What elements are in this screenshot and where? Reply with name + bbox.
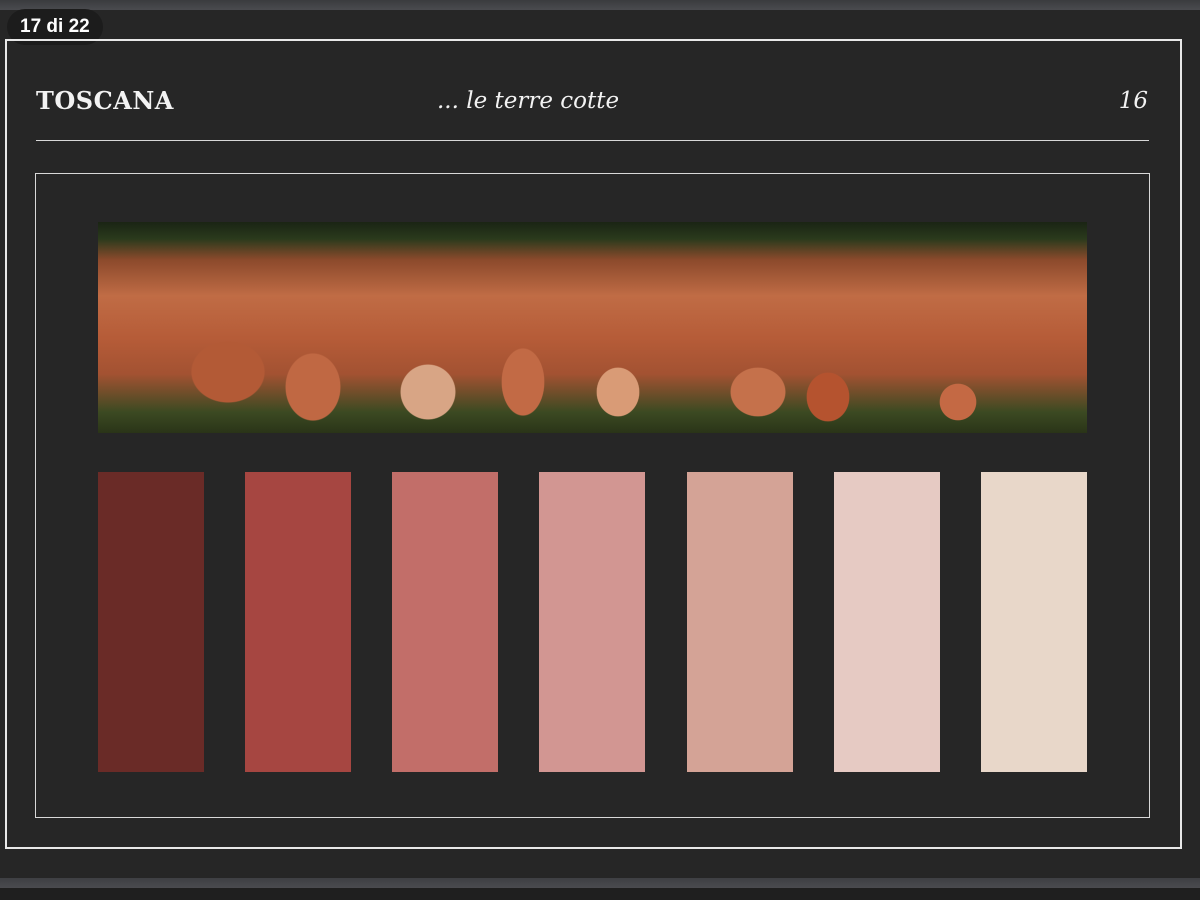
terracotta-photo	[98, 222, 1087, 433]
slide-subtitle: ... le terre cotte	[437, 88, 620, 114]
header-divider	[36, 140, 1149, 141]
color-swatch-3	[392, 472, 499, 772]
slide-title: TOSCANA	[36, 86, 174, 115]
viewer-top-bar	[0, 0, 1200, 10]
viewer-bottom-edge	[0, 888, 1200, 900]
color-swatch-2	[245, 472, 352, 772]
color-swatch-7	[980, 472, 1087, 772]
color-swatch-1	[98, 472, 204, 772]
color-swatch-4	[539, 472, 646, 772]
color-swatch-6	[833, 472, 940, 772]
color-palette	[98, 472, 1087, 772]
color-swatch-5	[686, 472, 793, 772]
page-number: 16	[1118, 88, 1148, 114]
viewer-bottom-bar	[0, 878, 1200, 888]
